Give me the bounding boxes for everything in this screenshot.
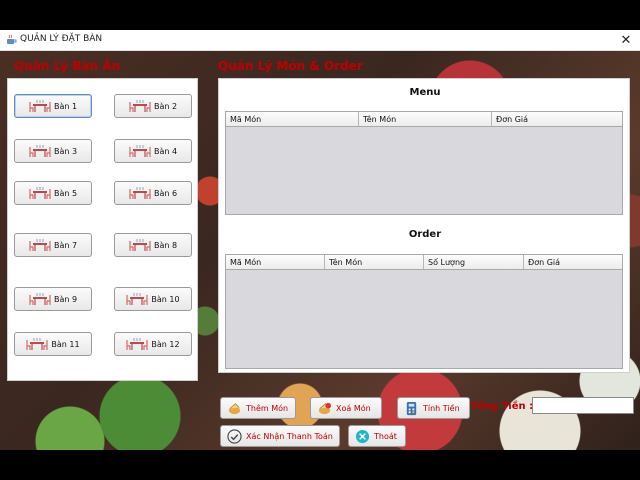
exit-label: Thoát — [374, 431, 397, 441]
confirm-payment-button[interactable]: Xác Nhận Thanh Toán — [220, 425, 340, 447]
table-button-label: Bàn 1 — [53, 101, 78, 111]
table-button-3[interactable]: Bàn 3 — [14, 139, 92, 163]
order-col-so-luong[interactable]: Số Lượng — [424, 255, 524, 269]
table-button-5[interactable]: Bàn 5 — [14, 181, 92, 205]
order-title: Order — [408, 229, 442, 240]
dining-table-icon — [29, 239, 51, 251]
table-button-8[interactable]: Bàn 8 — [114, 233, 192, 257]
menu-order-heading: Quản Lý Món & Order — [218, 59, 363, 73]
dining-table-icon — [126, 338, 149, 350]
menu-order-panel: Menu Mã Món Tên Món Đơn Giá Order Mã Món… — [218, 78, 630, 373]
table-button-12[interactable]: Bàn 12 — [114, 332, 192, 356]
table-button-label: Bàn 3 — [53, 146, 78, 156]
table-button-label: Bàn 12 — [151, 339, 180, 349]
dining-table-icon — [126, 293, 149, 305]
order-table[interactable]: Mã Món Tên Món Số Lượng Đơn Giá — [225, 254, 623, 369]
add-food-icon — [228, 402, 241, 414]
close-button[interactable]: ✕ — [616, 31, 636, 50]
calculate-label: Tính Tiền — [423, 403, 460, 413]
delete-item-label: Xoá Món — [336, 403, 371, 413]
order-col-ten-mon[interactable]: Tên Món — [325, 255, 424, 269]
menu-col-ten-mon[interactable]: Tên Món — [359, 112, 492, 126]
dining-table-icon — [29, 293, 51, 305]
exit-button[interactable]: Thoát — [348, 425, 406, 447]
table-button-label: Bàn 5 — [53, 188, 78, 198]
dining-table-icon — [129, 145, 151, 157]
check-circle-icon — [227, 428, 242, 444]
table-button-label: Bàn 4 — [153, 146, 178, 156]
menu-table-header: Mã Món Tên Món Đơn Giá — [226, 112, 622, 127]
order-col-don-gia[interactable]: Đơn Giá — [524, 255, 622, 269]
order-table-header: Mã Món Tên Món Số Lượng Đơn Giá — [226, 255, 622, 270]
table-button-label: Bàn 11 — [51, 339, 80, 349]
table-panel: Bàn 1 Bàn 2 Bàn 3 Bàn 4 Bàn 5 Bàn 6 Bàn 7 Bàn 8… — [7, 78, 198, 381]
table-button-label: Bàn 8 — [153, 240, 178, 250]
calculator-icon — [406, 401, 417, 415]
table-button-7[interactable]: Bàn 7 — [14, 233, 92, 257]
table-button-11[interactable]: Bàn 11 — [14, 332, 92, 356]
title-bar: QUẢN LÝ ĐẶT BÀN ✕ — [0, 30, 640, 51]
dining-table-icon — [29, 145, 51, 157]
table-button-2[interactable]: Bàn 2 — [114, 94, 192, 118]
table-button-4[interactable]: Bàn 4 — [114, 139, 192, 163]
menu-title: Menu — [409, 87, 441, 98]
add-item-button[interactable]: Thêm Món — [220, 397, 296, 419]
menu-col-don-gia[interactable]: Đơn Giá — [492, 112, 622, 126]
dining-table-icon — [129, 100, 151, 112]
table-button-label: Bàn 9 — [53, 294, 78, 304]
menu-col-ma-mon[interactable]: Mã Món — [226, 112, 359, 126]
exit-icon — [355, 429, 370, 443]
table-button-label: Bàn 2 — [153, 101, 178, 111]
dining-table-icon — [26, 338, 49, 350]
dining-table-icon — [29, 187, 51, 199]
screen: QUẢN LÝ ĐẶT BÀN ✕ Quản Lý Bàn Ăn Quản Lý… — [0, 0, 640, 480]
total-label: Tổng Tiền : — [470, 401, 534, 412]
delete-item-button[interactable]: Xoá Món — [310, 397, 382, 419]
table-button-9[interactable]: Bàn 9 — [14, 287, 92, 311]
window-title: QUẢN LÝ ĐẶT BÀN — [20, 34, 103, 44]
table-button-10[interactable]: Bàn 10 — [114, 287, 192, 311]
table-button-6[interactable]: Bàn 6 — [114, 181, 192, 205]
tables-heading: Quản Lý Bàn Ăn — [14, 59, 121, 73]
remove-food-icon — [318, 402, 332, 414]
java-cup-icon — [7, 34, 17, 44]
table-button-label: Bàn 6 — [153, 188, 178, 198]
confirm-payment-label: Xác Nhận Thanh Toán — [246, 431, 333, 441]
dining-table-icon — [129, 239, 151, 251]
calculate-button[interactable]: Tính Tiền — [397, 397, 470, 419]
table-button-1[interactable]: Bàn 1 — [14, 94, 92, 118]
dining-table-icon — [129, 187, 151, 199]
dining-table-icon — [29, 100, 51, 112]
table-button-label: Bàn 10 — [151, 294, 180, 304]
app-window: QUẢN LÝ ĐẶT BÀN ✕ Quản Lý Bàn Ăn Quản Lý… — [0, 30, 640, 450]
menu-table[interactable]: Mã Món Tên Món Đơn Giá — [225, 111, 623, 215]
add-item-label: Thêm Món — [246, 403, 289, 413]
total-amount-field[interactable] — [532, 397, 634, 414]
table-button-label: Bàn 7 — [53, 240, 78, 250]
order-col-ma-mon[interactable]: Mã Món — [226, 255, 325, 269]
